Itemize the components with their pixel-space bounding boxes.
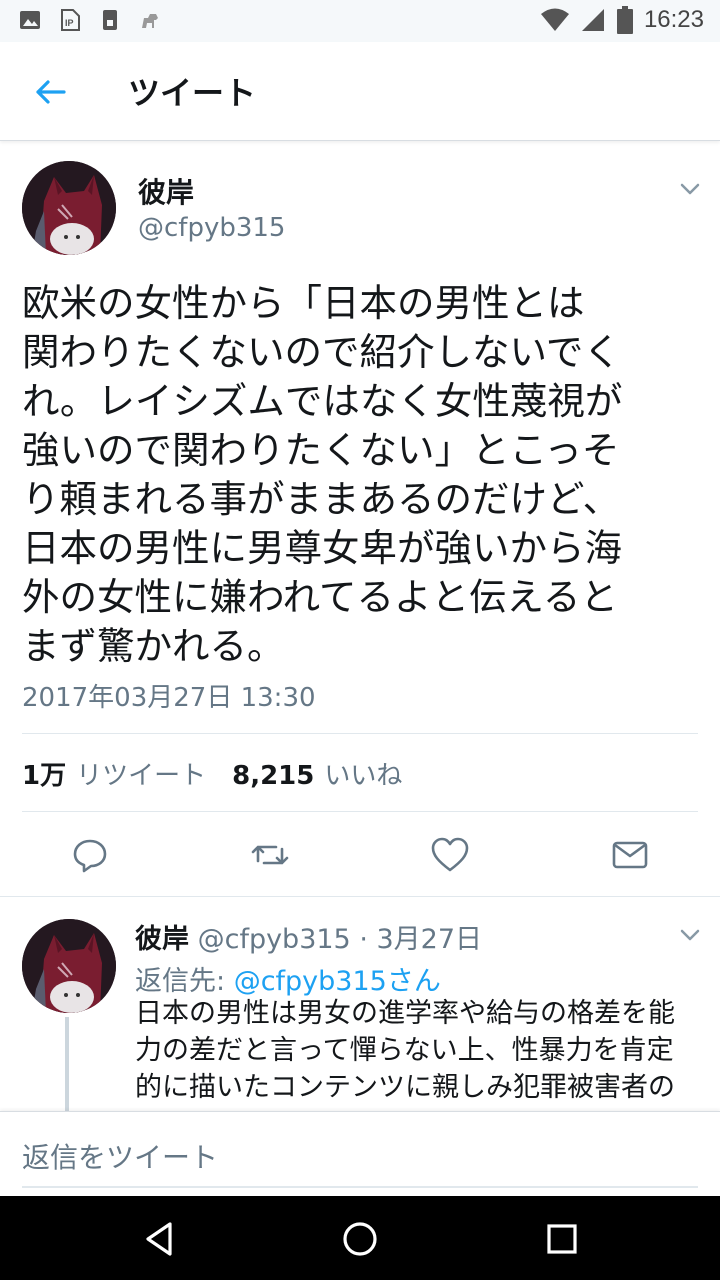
replying-to-prefix: 返信先: xyxy=(135,966,234,997)
user-handle[interactable]: @cfpyb315 xyxy=(138,213,285,243)
back-triangle-icon[interactable] xyxy=(138,1218,180,1260)
display-name[interactable]: 彼岸 xyxy=(138,171,194,211)
tweet-stats: 1万 リツイート 8,215 いいね xyxy=(22,755,428,792)
reply-display-name[interactable]: 彼岸 xyxy=(135,924,189,955)
system-nav-bar xyxy=(0,1196,720,1280)
reply-input[interactable]: 返信をツイート xyxy=(22,1136,218,1176)
reply-avatar[interactable] xyxy=(22,919,116,1013)
tweet-text-line: 欧米の女性から「日本の男性とは xyxy=(22,281,585,325)
message-icon[interactable] xyxy=(610,835,650,875)
tweet-actions xyxy=(0,835,720,895)
tweet-text-line: れ。レイシズムではなく女性蔑視が xyxy=(22,379,623,423)
reply-date: 3月27日 xyxy=(376,924,483,955)
signal-icon xyxy=(581,9,604,31)
reply-header: 彼岸 @cfpyb315 · 3月27日 xyxy=(135,917,482,956)
avatar-image xyxy=(22,919,116,1013)
like-count[interactable]: 8,215 xyxy=(232,761,314,791)
svg-text:IP: IP xyxy=(65,18,74,28)
wifi-icon xyxy=(540,8,569,31)
divider xyxy=(22,811,698,812)
reply-mention-link[interactable]: @cfpyb315さん xyxy=(234,966,441,997)
app-bar: ツイート xyxy=(0,42,720,141)
retweet-count[interactable]: 1万 xyxy=(22,755,66,792)
tweet-timestamp: 2017年03月27日 13:30 xyxy=(22,683,316,713)
reply-text-line: 的に描いたコンテンツに親しみ犯罪被害者の xyxy=(135,1072,675,1103)
retweet-icon[interactable] xyxy=(250,835,290,875)
divider xyxy=(22,733,698,734)
reply-text-line: 力の差だと言って憚らない上、性暴力を肯定 xyxy=(135,1035,674,1066)
reply-compose-bar: 返信をツイート xyxy=(0,1111,720,1196)
like-icon[interactable] xyxy=(430,835,470,875)
tweet-text-line: 外の女性に嫌われてるよと伝えると xyxy=(22,575,618,619)
clock: 16:23 xyxy=(643,6,704,33)
animal-icon xyxy=(142,14,158,28)
battery-icon xyxy=(616,6,633,34)
avatar[interactable] xyxy=(22,161,116,255)
replying-to: 返信先: @cfpyb315さん xyxy=(135,959,441,998)
tweet-text: 欧米の女性から「日本の男性とは 関わりたくないので紹介しないでく れ。レイシズム… xyxy=(22,279,702,671)
tweet-text-line: 日本の男性に男尊女卑が強いから海 xyxy=(22,526,622,570)
sim-icon xyxy=(103,10,117,30)
reply-text-line: 日本の男性は男女の進学率や給与の格差を能 xyxy=(135,998,675,1029)
tweet-text-line: り頼まれる事がままあるのだけど、 xyxy=(22,477,621,521)
chevron-down-icon[interactable] xyxy=(676,921,704,949)
tweet-text-line: 関わりたくないので紹介しないでく xyxy=(22,330,621,374)
reply-text: 日本の男性は男女の進学率や給与の格差を能 力の差だと言って憚らない上、性暴力を肯… xyxy=(135,995,705,1106)
input-underline xyxy=(22,1186,698,1188)
like-count-label[interactable]: いいね xyxy=(324,755,402,792)
meta-separator: · xyxy=(350,924,377,955)
home-circle-icon[interactable] xyxy=(339,1218,381,1260)
page-title: ツイート xyxy=(128,74,257,112)
tweet-text-line: まず驚かれる。 xyxy=(22,624,285,668)
tweet-text-line: 強いので関わりたくない」とこっそ xyxy=(22,428,620,472)
status-bar: IP 16:23 xyxy=(0,0,720,42)
back-arrow-icon[interactable] xyxy=(30,72,70,112)
recents-square-icon[interactable] xyxy=(541,1218,583,1260)
avatar-image xyxy=(22,161,116,255)
thread-line xyxy=(65,1017,69,1111)
reply-icon[interactable] xyxy=(70,835,110,875)
ip-icon: IP xyxy=(61,9,80,31)
reply-tweet[interactable]: 彼岸 @cfpyb315 · 3月27日 返信先: @cfpyb315さん 日本… xyxy=(0,897,720,1111)
reply-handle[interactable]: @cfpyb315 xyxy=(198,924,351,955)
chevron-down-icon[interactable] xyxy=(676,175,704,203)
image-icon xyxy=(20,11,40,29)
retweet-count-label[interactable]: リツイート xyxy=(76,755,206,792)
